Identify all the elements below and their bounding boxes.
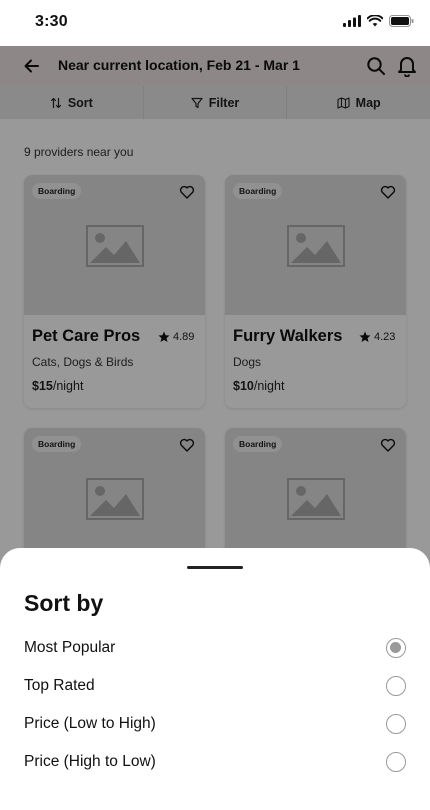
radio-button[interactable]: [386, 676, 406, 696]
sort-option-label: Top Rated: [24, 677, 95, 694]
sort-option-most-popular[interactable]: Most Popular: [0, 631, 430, 665]
radio-button[interactable]: [386, 752, 406, 772]
sort-option-price-high-low[interactable]: Price (High to Low): [0, 745, 430, 779]
wifi-icon: [367, 15, 383, 27]
sort-option-label: Price (Low to High): [24, 715, 156, 732]
radio-button[interactable]: [386, 714, 406, 734]
sort-option-price-low-high[interactable]: Price (Low to High): [0, 707, 430, 741]
sheet-drag-handle[interactable]: [187, 566, 243, 569]
status-icons: [343, 15, 414, 27]
radio-button-selected[interactable]: [386, 638, 406, 658]
sheet-heading: Sort by: [24, 590, 104, 616]
sort-bottom-sheet: Sort by Most Popular Top Rated Price (Lo…: [0, 548, 430, 810]
sort-option-label: Most Popular: [24, 639, 116, 656]
sort-option-label: Price (High to Low): [24, 753, 156, 770]
sort-option-top-rated[interactable]: Top Rated: [0, 669, 430, 703]
status-bar: 3:30: [0, 0, 430, 46]
status-time: 3:30: [35, 13, 68, 30]
battery-icon: [389, 15, 414, 27]
signal-icon: [343, 15, 361, 27]
